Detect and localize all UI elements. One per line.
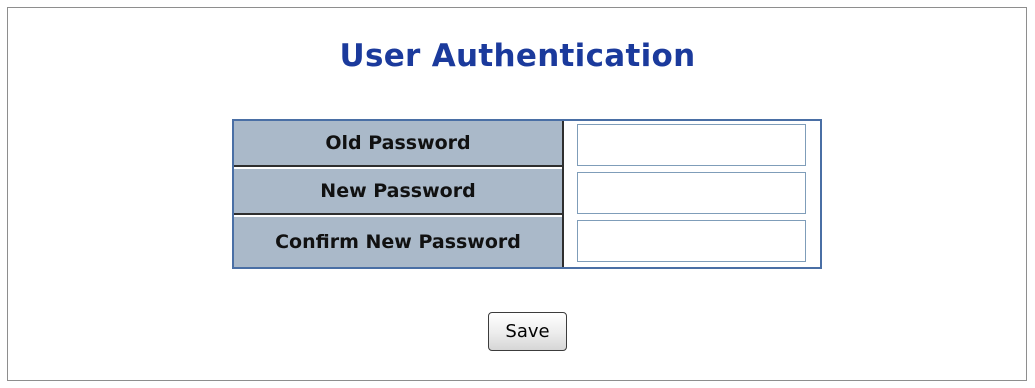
new-password-label: New Password <box>234 169 562 215</box>
label-column: Old Password New Password Confirm New Pa… <box>234 121 564 267</box>
new-password-input[interactable] <box>577 172 806 214</box>
confirm-new-password-label: Confirm New Password <box>234 217 562 267</box>
save-button[interactable]: Save <box>488 312 567 351</box>
old-password-input[interactable] <box>577 124 806 166</box>
page-title: User Authentication <box>339 38 696 74</box>
password-form: Old Password New Password Confirm New Pa… <box>232 119 822 269</box>
old-password-label: Old Password <box>234 121 562 167</box>
confirm-new-password-input[interactable] <box>577 220 806 262</box>
